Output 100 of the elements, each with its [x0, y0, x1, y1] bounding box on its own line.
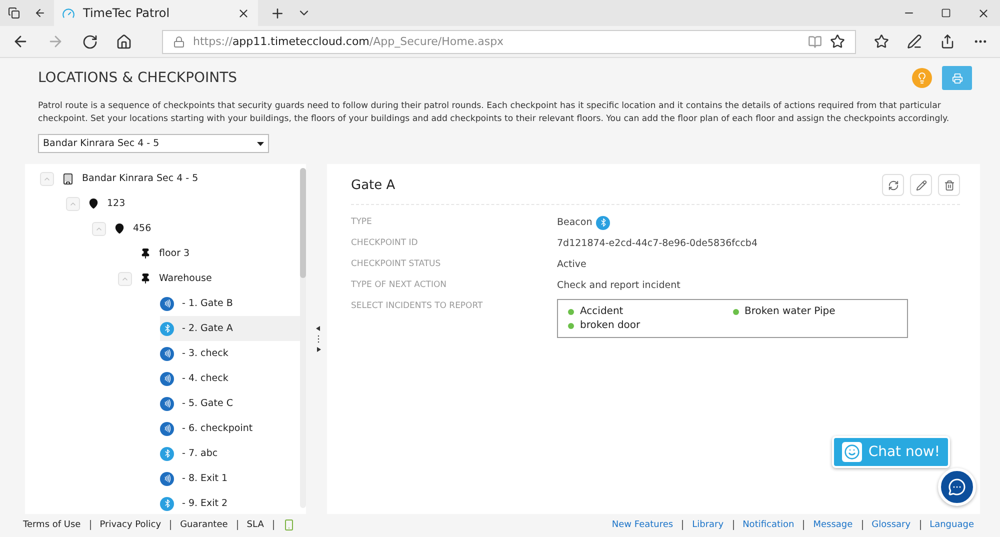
nfc-icon	[160, 296, 174, 310]
lightbulb-glyph-icon	[916, 72, 928, 84]
node-label: Bandar Kinrara Sec 4 - 5	[82, 173, 198, 184]
tree-item[interactable]: 456	[92, 216, 152, 241]
tab-title: TimeTec Patrol	[83, 6, 171, 20]
footer-link[interactable]: Language	[930, 520, 974, 530]
field-value: Check and report incident	[557, 279, 682, 293]
browser-tab[interactable]: TimeTec Patrol	[54, 0, 258, 26]
tabs-icon[interactable]	[8, 7, 20, 19]
footer-link[interactable]: Privacy Policy	[100, 520, 162, 530]
footer-link[interactable]: Terms of Use	[23, 520, 81, 530]
footer-link[interactable]: Notification	[742, 520, 794, 530]
incident-label: Accident	[580, 306, 624, 317]
pencil-icon	[916, 180, 926, 190]
new-tab-icon[interactable]	[270, 6, 285, 20]
bluetooth-icon	[596, 216, 610, 230]
footer-link[interactable]: SLA	[246, 520, 264, 530]
node-label: 123	[107, 198, 126, 209]
checkpoint-label: - 9. Exit 2	[182, 498, 228, 509]
location-select[interactable]: Bandar Kinrara Sec 4 - 5	[38, 134, 269, 153]
incident-label: Broken water Pipe	[744, 306, 836, 317]
bluetooth-icon	[160, 446, 174, 460]
smile-icon	[842, 442, 862, 462]
checkpoint-label: - 5. Gate C	[182, 398, 233, 409]
field-label: SELECT INCIDENTS TO REPORT	[351, 300, 484, 313]
edit-button[interactable]	[910, 174, 932, 196]
scrollbar[interactable]	[300, 168, 306, 508]
field-value: Beacon	[557, 216, 592, 230]
checkpoint-label: - 7. abc	[182, 448, 218, 459]
maximize-icon[interactable]	[941, 8, 951, 18]
page-title: LOCATIONS & CHECKPOINTS	[38, 70, 238, 86]
pin-icon	[140, 248, 151, 259]
reading-view-icon[interactable]	[808, 34, 822, 48]
printer-icon	[952, 72, 962, 84]
checkpoint-title: Gate A	[351, 178, 396, 192]
checkpoint-label: - 4. check	[182, 373, 228, 384]
tree-item[interactable]: - 7. abc	[160, 441, 218, 466]
field-label: CHECKPOINT STATUS	[351, 258, 442, 271]
tree-item[interactable]: - 3. check	[160, 341, 228, 366]
nfc-icon	[160, 472, 174, 486]
nfc-icon	[160, 346, 174, 360]
back-tab-icon[interactable]	[34, 7, 46, 19]
checkpoint-label: - 1. Gate B	[182, 298, 233, 309]
tree-item[interactable]: - 4. check	[160, 366, 228, 391]
refresh-icon[interactable]	[82, 34, 98, 50]
field-label: CHECKPOINT ID	[351, 237, 419, 250]
tree-item[interactable]: Bandar Kinrara Sec 4 - 5	[40, 166, 198, 191]
incident-label: broken door	[580, 320, 640, 331]
tree-item[interactable]: Warehouse	[118, 266, 212, 291]
chat-label: Chat now!	[868, 444, 940, 460]
refresh-button[interactable]	[882, 174, 904, 196]
pin-icon	[140, 273, 151, 284]
tree-item[interactable]: - 2. Gate A	[160, 316, 301, 341]
star-icon[interactable]	[830, 34, 845, 49]
nfc-icon	[160, 422, 174, 436]
share-icon[interactable]	[940, 34, 955, 49]
page-description: Patrol route is a sequence of checkpoints that security guards need to follow during their patrol rounds. Each checkpoint has it specific location and it contains the details of actions required from that particular checkpoint. Set your locations starting with your buildings, the floors of your buildings and add checkpoints to their relevant floors. You can add the floor plan of each floor and assign the checkpoints accordingly.	[38, 100, 950, 126]
building-icon	[62, 172, 74, 184]
favorites-icon[interactable]	[874, 34, 889, 49]
field-value: 7d121874-e2cd-44c7-8e96-0de5836fccb4	[557, 237, 758, 251]
node-label: floor 3	[159, 248, 190, 259]
footer-link[interactable]: Guarantee	[180, 520, 228, 530]
footer-link[interactable]: Glossary	[872, 520, 911, 530]
delete-button[interactable]	[938, 174, 960, 196]
tree-item[interactable]: - 8. Exit 1	[160, 466, 228, 491]
map-pin-icon	[88, 198, 99, 209]
map-pin-icon	[114, 223, 125, 234]
node-label: Warehouse	[159, 273, 212, 284]
footer-link[interactable]: Message	[813, 520, 853, 530]
gauge-icon	[62, 6, 75, 20]
checkpoint-label: - 8. Exit 1	[182, 473, 228, 484]
back-icon[interactable]	[12, 33, 29, 50]
address-field[interactable]: https://app11.timeteccloud.com/App_Secure/Home.aspx	[162, 30, 856, 54]
tree-item[interactable]: 123	[66, 191, 126, 216]
trash-icon	[944, 180, 954, 190]
footer-link[interactable]: New Features	[612, 520, 674, 530]
tree-item[interactable]: - 5. Gate C	[160, 391, 233, 416]
tree-item[interactable]: - 9. Exit 2	[160, 491, 228, 514]
chat-icon	[948, 478, 966, 496]
refresh-icon	[888, 180, 898, 190]
field-value: Active	[557, 258, 588, 272]
checkpoint-label: - 2. Gate A	[182, 323, 233, 334]
tree-item[interactable]: floor 3	[118, 241, 190, 266]
node-label: 456	[133, 223, 152, 234]
home-icon[interactable]	[116, 34, 132, 50]
footer-link[interactable]: Library	[692, 520, 724, 530]
lock-icon	[173, 36, 185, 48]
field-label: TYPE	[351, 216, 373, 229]
checkpoint-label: - 3. check	[182, 348, 228, 359]
close-icon[interactable]	[977, 6, 990, 20]
tree-item[interactable]: - 6. checkpoint	[160, 416, 253, 441]
nfc-icon	[160, 396, 174, 410]
url-text: https://app11.timeteccloud.com/App_Secure/Home.aspx	[193, 35, 505, 48]
pen-icon[interactable]	[907, 34, 922, 49]
tree-item[interactable]: - 1. Gate B	[160, 291, 233, 316]
checkpoint-label: - 6. checkpoint	[182, 423, 253, 434]
bluetooth-icon	[160, 496, 174, 510]
nfc-icon	[160, 372, 174, 386]
close-icon[interactable]	[237, 6, 250, 20]
caret-icon	[257, 142, 264, 146]
